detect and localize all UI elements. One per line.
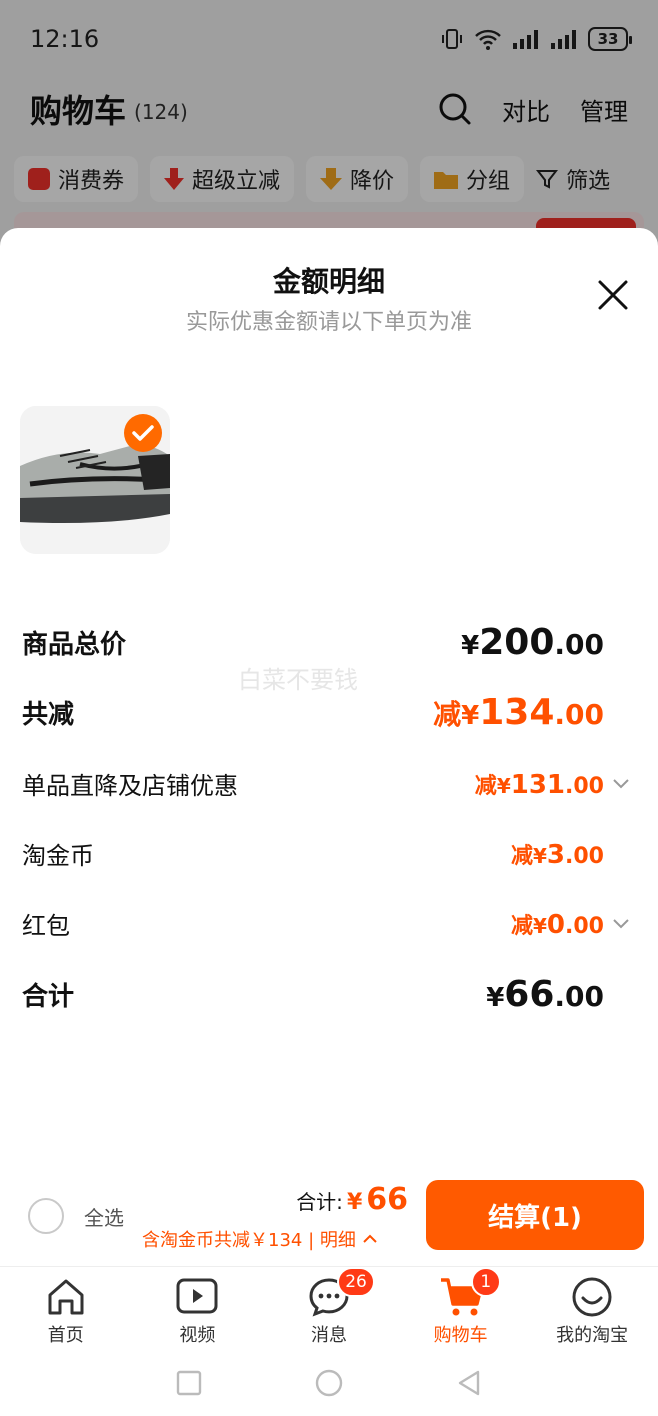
cart-badge: 1 [470,1267,501,1297]
select-all-checkbox[interactable] [28,1198,64,1234]
yen-sign: ¥ [461,631,480,661]
row-label: 合计 [22,982,75,1012]
discount-prefix: 减 [474,773,497,799]
amount-int: 66 [504,974,555,1015]
amount-int: 0 [546,909,566,940]
amount-detail-sheet: 金额明细 实际优惠金额请以下单页为准 白菜不要钱 商品总价 ¥200.00 共减… [0,228,658,1178]
yen-sign: ¥ [486,983,505,1013]
row-value: 减 ¥3.00 [511,838,604,870]
home-icon [44,1275,88,1319]
tab-label: 消息 [310,1325,347,1346]
row-item-discount[interactable]: 单品直降及店铺优惠 减 ¥131.00 [22,766,634,801]
row-label: 共减 [22,700,75,730]
yen-sign: ¥ [461,701,480,731]
home-nav-icon[interactable] [314,1368,344,1398]
row-value: ¥66.00 [486,974,604,1015]
row-value: 减 ¥131.00 [475,768,604,800]
amount-dec: .00 [565,773,604,799]
amount-dec: .00 [565,843,604,869]
total-yen: ¥ [346,1190,363,1215]
cart-page: 12:16 33 购物车 (124) 对比 管理 消费券 超级立减 降价 分组 … [0,0,658,1416]
row-value: 减 ¥134.00 [433,692,604,733]
amount-dec: .00 [554,628,604,661]
discount-note: 含淘金币共减￥134 | 明细 [142,1230,356,1251]
discount-detail-link[interactable]: 含淘金币共减￥134 | 明细 [142,1226,378,1252]
row-red-packet[interactable]: 红包 减 ¥0.00 [22,906,634,941]
tab-video[interactable]: 视频 [132,1267,264,1350]
row-total-price: 商品总价 ¥200.00 [22,622,634,663]
yen-sign: ¥ [533,843,547,868]
total-value: 66 [366,1182,408,1217]
tab-messages[interactable]: 消息 26 [263,1267,395,1350]
row-label: 商品总价 [22,630,127,660]
tab-label: 我的淘宝 [556,1325,629,1346]
amount-int: 131 [510,769,566,800]
settle-bar: 全选 合计: ¥ 66 含淘金币共减￥134 | 明细 结算(1) [0,1170,658,1266]
row-taobao-coin: 淘金币 减 ¥3.00 [22,836,634,871]
video-icon [175,1275,219,1319]
amount-int: 134 [479,692,555,733]
tab-cart[interactable]: 购物车 1 [395,1267,527,1350]
sheet-title: 金额明细 [272,265,385,298]
selected-check-icon[interactable] [124,414,162,452]
tab-label: 首页 [47,1325,84,1346]
yen-sign: ¥ [496,773,511,798]
row-grand-total: 合计 ¥66.00 [22,974,634,1015]
tab-my-taobao[interactable]: 我的淘宝 [526,1267,658,1350]
settle-total: 合计: ¥ 66 [296,1182,408,1217]
amount-int: 200 [479,622,555,663]
chevron-down-icon[interactable] [612,918,634,930]
tab-label: 视频 [179,1325,216,1346]
select-all-label[interactable]: 全选 [84,1202,124,1231]
back-icon[interactable] [456,1369,482,1397]
discount-prefix: 减 [510,843,533,869]
row-label: 红包 [22,912,70,940]
discount-prefix: 减 [433,698,462,731]
close-icon[interactable] [596,278,630,312]
amount-dec: .00 [565,913,604,939]
chevron-down-icon[interactable] [612,778,634,790]
row-label: 单品直降及店铺优惠 [22,772,238,800]
amount-int: 3 [546,839,566,870]
tab-home[interactable]: 首页 [0,1267,132,1350]
recents-icon[interactable] [176,1370,202,1396]
system-nav-bar [0,1350,658,1416]
product-thumbnail[interactable] [20,406,170,554]
checkout-button[interactable]: 结算(1) [426,1180,644,1250]
tab-label: 购物车 [433,1325,488,1346]
bottom-tab-bar: 首页 视频 消息 26 购物车 1 我的淘宝 [0,1266,658,1350]
chevron-up-icon [363,1234,377,1243]
watermark: 白菜不要钱 [238,666,358,694]
profile-icon [570,1275,614,1319]
row-label: 淘金币 [22,842,94,870]
message-badge: 26 [337,1267,375,1297]
total-label: 合计: [296,1190,343,1214]
yen-sign: ¥ [533,913,547,938]
row-value: ¥200.00 [461,622,604,663]
sheet-subtitle: 实际优惠金额请以下单页为准 [185,310,472,335]
overlay-dim[interactable] [0,0,658,260]
row-total-discount: 共减 减 ¥134.00 [22,692,634,733]
amount-dec: .00 [554,980,604,1013]
discount-prefix: 减 [510,913,533,939]
amount-dec: .00 [554,698,604,731]
row-value: 减 ¥0.00 [511,908,604,940]
